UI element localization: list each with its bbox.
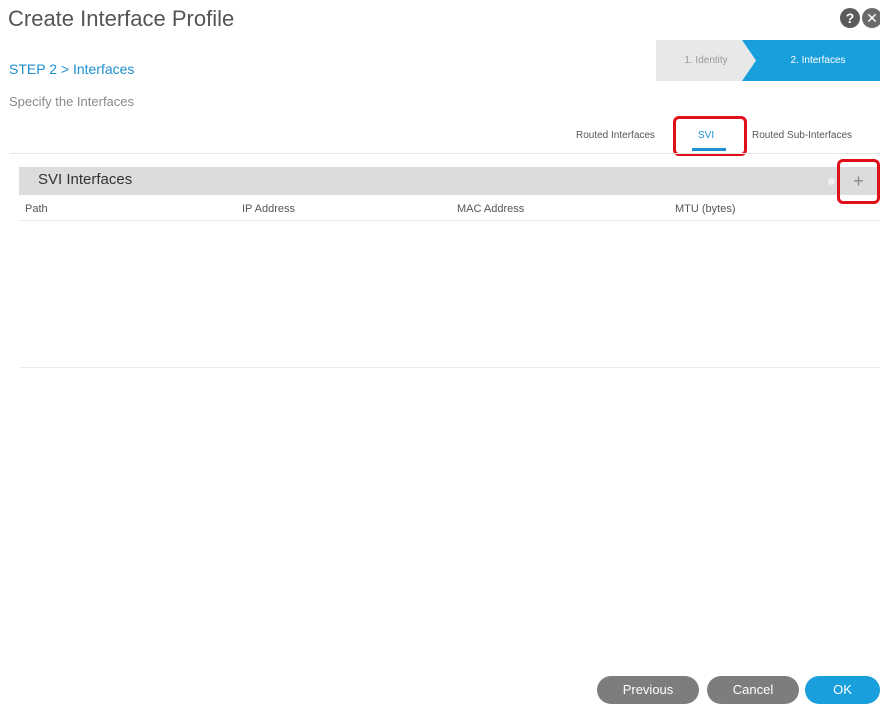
wizard-step-interfaces[interactable]: 2. Interfaces xyxy=(742,40,880,81)
header-dot-icon xyxy=(828,178,835,185)
close-icon[interactable]: ✕ xyxy=(862,8,880,28)
table-bottom-divider xyxy=(19,367,880,368)
table-title: SVI Interfaces xyxy=(38,171,133,188)
tabs-divider xyxy=(10,153,880,154)
column-divider xyxy=(19,220,880,221)
help-icon[interactable]: ? xyxy=(840,8,860,28)
column-mac-address[interactable]: MAC Address xyxy=(457,203,524,215)
tab-routed-sub-interfaces[interactable]: Routed Sub-Interfaces xyxy=(752,130,852,141)
tab-routed-interfaces[interactable]: Routed Interfaces xyxy=(576,130,655,141)
previous-button[interactable]: Previous xyxy=(597,676,699,704)
cancel-button[interactable]: Cancel xyxy=(707,676,799,704)
ok-button[interactable]: OK xyxy=(805,676,880,704)
add-button[interactable]: + xyxy=(837,159,880,204)
wizard-step-identity[interactable]: 1. Identity xyxy=(656,40,756,81)
table-header-bar: SVI Interfaces xyxy=(19,167,880,195)
step-label: STEP 2 > Interfaces xyxy=(9,61,135,77)
column-path[interactable]: Path xyxy=(25,203,48,215)
step-subtitle: Specify the Interfaces xyxy=(9,94,135,109)
tab-svi-highlight-box xyxy=(673,116,747,156)
column-mtu[interactable]: MTU (bytes) xyxy=(675,203,736,215)
dialog-title: Create Interface Profile xyxy=(8,6,235,31)
wizard-step-interfaces-label: 2. Interfaces xyxy=(790,55,846,66)
wizard-steps: 1. Identity 2. Interfaces xyxy=(656,40,880,81)
column-ip-address[interactable]: IP Address xyxy=(242,203,295,215)
close-icon-glyph: ✕ xyxy=(862,8,880,28)
